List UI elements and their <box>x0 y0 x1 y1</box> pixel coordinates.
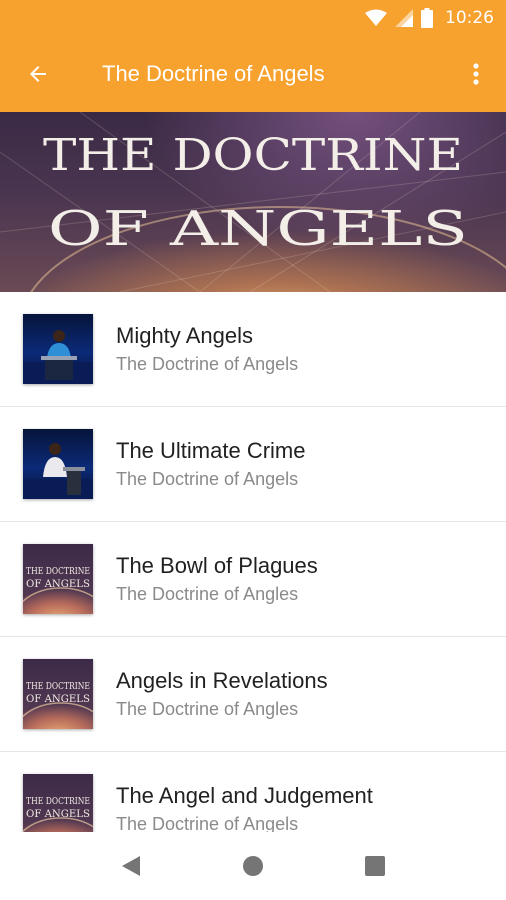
system-nav-bar <box>0 832 506 900</box>
circle-home-icon <box>243 856 263 876</box>
speaker-thumbnail-art <box>23 443 93 499</box>
episode-thumbnail: THE DOCTRINE OF ANGELS <box>23 659 93 729</box>
series-banner: THE DOCTRINE OF ANGELS <box>0 112 506 292</box>
nav-recents-button[interactable] <box>355 846 395 886</box>
episode-series: The Doctrine of Angles <box>116 699 299 719</box>
wifi-icon <box>365 9 387 27</box>
thumbnail-text-line2: OF ANGELS <box>26 809 90 820</box>
episode-item-mighty-angels[interactable]: Mighty Angels The Doctrine of Angels <box>0 292 506 407</box>
square-recents-icon <box>365 856 385 876</box>
thumbnail-text-line1: THE DOCTRINE <box>26 682 90 692</box>
thumbnail-text-line1: THE DOCTRINE <box>26 567 90 577</box>
signal-icon <box>395 9 413 27</box>
status-time: 10:26 <box>445 8 494 28</box>
nav-back-button[interactable] <box>111 846 151 886</box>
triangle-back-icon <box>122 856 140 876</box>
episode-title: The Bowl of Plagues <box>116 553 318 578</box>
episode-thumbnail <box>23 429 93 499</box>
episode-item-the-bowl-of-plagues[interactable]: THE DOCTRINE OF ANGELS The Bowl of Plagu… <box>0 522 506 637</box>
episode-thumbnail <box>23 314 93 384</box>
episode-title: The Ultimate Crime <box>116 438 306 463</box>
episode-series: The Doctrine of Angles <box>116 584 299 604</box>
banner-title-line2: OF ANGELS <box>48 201 468 257</box>
thumbnail-text-line2: OF ANGELS <box>26 579 90 590</box>
banner-artwork: THE DOCTRINE OF ANGELS <box>0 112 506 292</box>
status-bar: 10:26 <box>0 0 506 36</box>
episode-title: The Angel and Judgement <box>116 783 373 808</box>
speaker-thumbnail-art <box>23 330 93 384</box>
episode-series: The Doctrine of Angels <box>116 354 299 374</box>
episode-title: Angels in Revelations <box>116 668 328 693</box>
thumbnail-text-line2: OF ANGELS <box>26 694 90 705</box>
episode-series: The Doctrine of Angels <box>116 814 299 832</box>
back-button[interactable] <box>0 36 76 112</box>
nav-home-button[interactable] <box>233 846 273 886</box>
episode-thumbnail: THE DOCTRINE OF ANGELS <box>23 774 93 832</box>
episode-thumbnail: THE DOCTRINE OF ANGELS <box>23 544 93 614</box>
episode-series: The Doctrine of Angels <box>116 469 299 489</box>
thumbnail-text-line1: THE DOCTRINE <box>26 797 90 807</box>
more-vert-icon <box>473 63 479 85</box>
series-thumbnail-art: THE DOCTRINE OF ANGELS <box>23 682 93 718</box>
overflow-menu-button[interactable] <box>446 36 506 112</box>
episode-item-the-angel-and-judgement[interactable]: THE DOCTRINE OF ANGELS The Angel and Jud… <box>0 752 506 832</box>
banner-title-line1: THE DOCTRINE <box>43 130 463 181</box>
arrow-back-icon <box>30 66 46 82</box>
app-bar: The Doctrine of Angels <box>0 36 506 112</box>
series-thumbnail-art: THE DOCTRINE OF ANGELS <box>23 567 93 603</box>
page-title: The Doctrine of Angels <box>102 61 325 86</box>
episode-title: Mighty Angels <box>116 323 253 348</box>
battery-icon <box>421 8 433 28</box>
episode-item-the-ultimate-crime[interactable]: The Ultimate Crime The Doctrine of Angel… <box>0 407 506 522</box>
series-thumbnail-art: THE DOCTRINE OF ANGELS <box>23 797 93 832</box>
episode-item-angels-in-revelations[interactable]: THE DOCTRINE OF ANGELS Angels in Revelat… <box>0 637 506 752</box>
episode-list: Mighty Angels The Doctrine of Angels The… <box>0 292 506 832</box>
